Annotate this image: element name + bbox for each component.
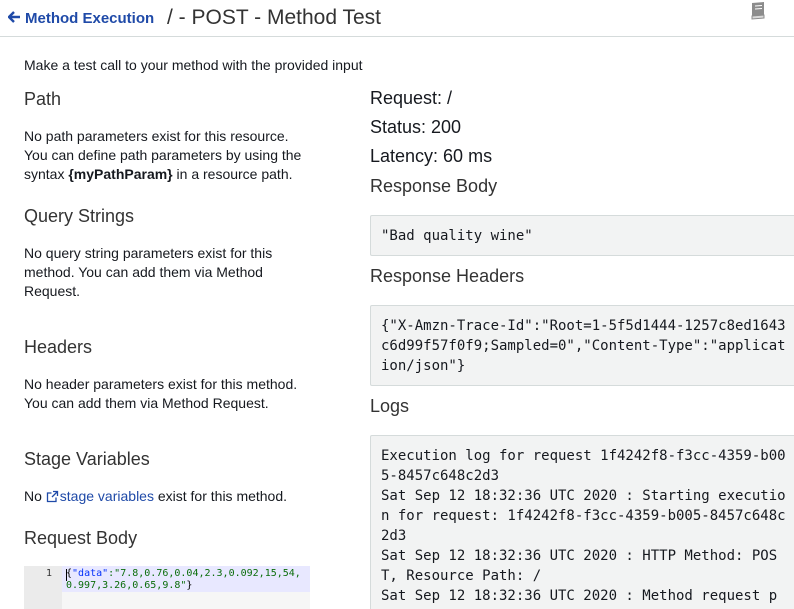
query-strings-heading: Query Strings (24, 206, 135, 226)
arrow-left-icon (7, 10, 21, 27)
status-line: Status: 200 (370, 117, 462, 137)
external-link-icon (46, 489, 59, 508)
json-brace-close: } (186, 580, 193, 591)
response-body-heading: Response Body (370, 176, 498, 196)
back-to-method-execution-link[interactable]: Method Execution (7, 10, 155, 27)
path-line-3: syntax {myPathParam} in a resource path. (24, 165, 324, 184)
query-strings-description: No query string parameters exist for thi… (24, 244, 324, 301)
path-line-3-pre: syntax (24, 166, 69, 182)
logs-heading: Logs (370, 396, 410, 416)
page-title: / - POST - Method Test (167, 6, 381, 29)
logs-box[interactable]: Execution log for request 1f4242f8-f3cc-… (370, 435, 794, 609)
response-body-box: "Bad quality wine" (370, 215, 794, 256)
json-key: "data" (72, 568, 109, 579)
stage-variables-heading: Stage Variables (24, 449, 150, 469)
stage-pre-text: No (24, 488, 46, 504)
request-body-heading: Request Body (24, 528, 138, 548)
request-body-code[interactable]: {"data":"7.8,0.76,0.04,2.3,0.092,15,54,0… (66, 568, 306, 592)
headers-line-1: No header parameters exist for this meth… (24, 376, 298, 392)
headers-line-2: You can add them via Method Request. (24, 395, 269, 411)
response-headers-heading: Response Headers (370, 266, 525, 286)
path-line-2: You can define path parameters by using … (24, 147, 302, 163)
query-line-1: No query string parameters exist for thi… (24, 245, 273, 261)
stage-variables-link[interactable]: stage variables (46, 488, 154, 504)
stage-variables-link-label: stage variables (59, 488, 154, 504)
path-line-3-post: in a resource path. (172, 166, 293, 182)
request-line: Request: / (370, 88, 453, 108)
path-param-syntax: {myPathParam} (68, 166, 173, 182)
response-headers-box: {"X-Amzn-Trace-Id":"Root=1-5f5d1444-1257… (370, 305, 794, 386)
intro-text: Make a test call to your method with the… (24, 57, 363, 73)
book-icon[interactable] (747, 0, 769, 22)
stage-post-text: exist for this method. (153, 488, 288, 504)
query-line-3: Request. (24, 283, 81, 299)
query-line-2: method. You can add them via Method (24, 264, 263, 280)
stage-variables-description: No stage variables exist for this method… (24, 487, 324, 508)
latency-line: Latency: 60 ms (370, 146, 493, 166)
top-bar: Method Execution / - POST - Method Test (0, 0, 794, 37)
headers-description: No header parameters exist for this meth… (24, 375, 324, 413)
headers-heading: Headers (24, 337, 93, 357)
path-description: No path parameters exist for this resour… (24, 127, 324, 184)
text-cursor (66, 569, 67, 581)
back-link-label: Method Execution (25, 10, 155, 27)
path-heading: Path (24, 89, 62, 109)
path-line-1: No path parameters exist for this resour… (24, 128, 289, 144)
